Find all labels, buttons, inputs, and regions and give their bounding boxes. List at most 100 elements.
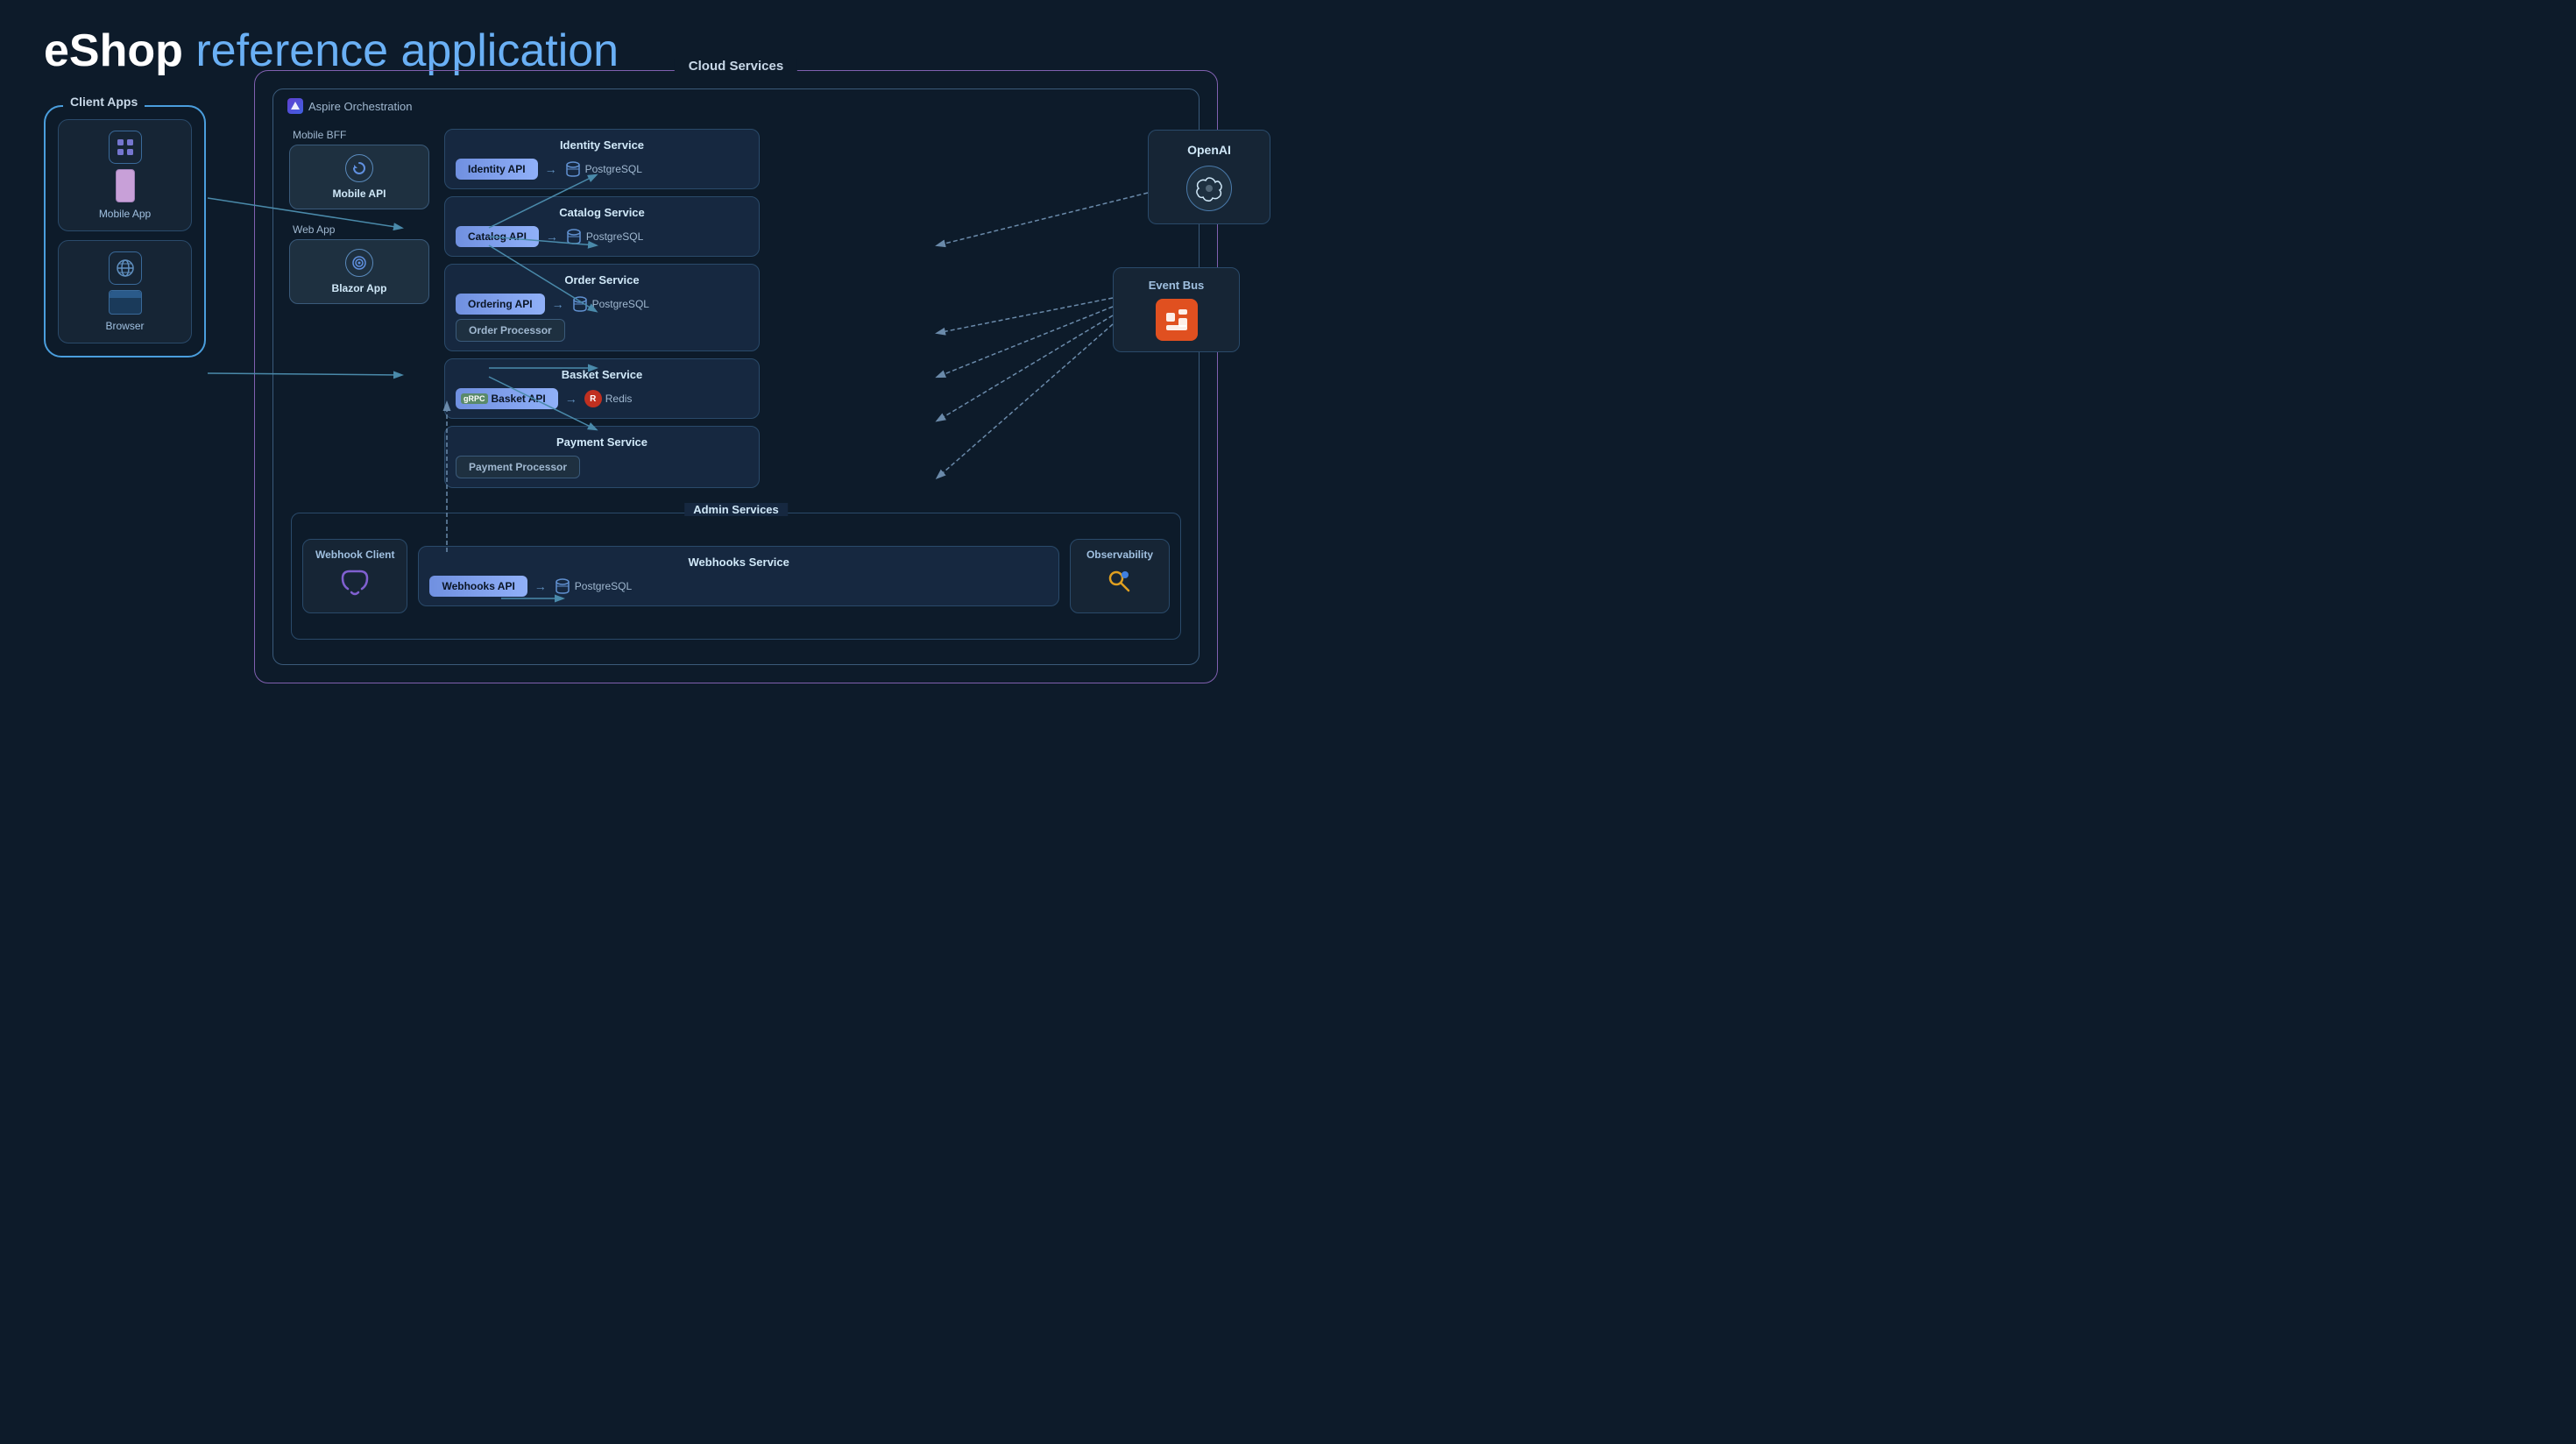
admin-services-label: Admin Services	[684, 503, 788, 516]
catalog-service-box: Catalog Service Catalog API → PostgreSQL	[444, 196, 760, 257]
webhooks-service-box: Webhooks Service Webhooks API → Postg	[418, 546, 1059, 606]
redis-icon: R	[584, 390, 602, 407]
admin-inner: Webhook Client Webhooks Servic	[292, 513, 1180, 639]
observability-card: Observability	[1070, 539, 1170, 613]
order-processor-row: Order Processor	[456, 319, 748, 342]
basket-service-row: gRPC Basket API → R Redis	[456, 388, 748, 409]
webhooks-db: PostgreSQL	[554, 577, 632, 595]
webhook-client-icon	[339, 566, 371, 604]
arrow-identity: →	[545, 162, 557, 176]
observability-wrench-icon	[1104, 566, 1136, 598]
mobile-api-card: Mobile API	[289, 145, 429, 209]
ordering-api-pill: Ordering API	[456, 294, 545, 315]
title-suffix: reference application	[183, 25, 619, 76]
webhook-client-card: Webhook Client	[302, 539, 407, 613]
identity-api-pill: Identity API	[456, 159, 538, 180]
blazor-app-label: Blazor App	[332, 282, 387, 294]
arrow-basket: →	[565, 392, 577, 406]
blazor-target-icon	[351, 255, 367, 271]
mobile-api-refresh-icon	[351, 160, 367, 176]
observability-title: Observability	[1086, 549, 1153, 561]
openai-icon	[1186, 166, 1232, 211]
identity-service-box: Identity Service Identity API → PostgreS…	[444, 129, 760, 189]
pg-icon-identity	[564, 160, 582, 178]
identity-db: PostgreSQL	[564, 160, 642, 178]
basket-db: R Redis	[584, 390, 633, 407]
rabbitmq-icon	[1156, 299, 1198, 341]
basket-api-pill: gRPC Basket API	[456, 388, 558, 409]
order-db: PostgreSQL	[571, 295, 649, 313]
client-apps-container: Client Apps Mobile App	[44, 105, 206, 357]
pg-icon-webhooks	[554, 577, 571, 595]
aspire-box: Aspire Orchestration Mobile BFF Mobile A…	[272, 88, 1200, 665]
client-apps-label: Client Apps	[63, 95, 145, 109]
admin-services-box: Admin Services Webhook Client	[291, 513, 1181, 640]
openai-box: OpenAI	[1148, 130, 1270, 224]
blazor-icon	[345, 249, 373, 277]
mobile-app-card: Mobile App	[58, 119, 192, 231]
basket-db-label: Redis	[605, 393, 633, 405]
aspire-label: Aspire Orchestration	[287, 98, 413, 114]
aspire-label-text: Aspire Orchestration	[308, 100, 413, 113]
page: eShop reference application Client Apps …	[0, 0, 1288, 722]
aspire-triangle-icon	[290, 101, 301, 111]
webhooks-service-title: Webhooks Service	[429, 556, 1048, 569]
grpc-badge: gRPC	[461, 393, 488, 404]
mobile-phone-icon	[116, 169, 135, 202]
mobile-app-grid-icon	[109, 131, 142, 164]
page-title: eShop reference application	[44, 25, 619, 77]
mobile-bff-label: Mobile BFF	[289, 129, 429, 141]
basket-service-box: Basket Service gRPC Basket API → R Redis	[444, 358, 760, 419]
identity-service-title: Identity Service	[456, 138, 748, 152]
pg-icon-catalog	[565, 228, 583, 245]
webhooks-db-label: PostgreSQL	[575, 580, 632, 592]
payment-service-title: Payment Service	[456, 435, 748, 449]
title-prefix: eShop	[44, 25, 183, 76]
rabbitmq-logo	[1163, 306, 1191, 334]
catalog-api-pill: Catalog API	[456, 226, 539, 247]
aspire-logo-icon	[287, 98, 303, 114]
bff-web-column: Mobile BFF Mobile API Web App	[289, 129, 429, 304]
event-bus-box: Event Bus	[1113, 267, 1240, 352]
identity-service-row: Identity API → PostgreSQL	[456, 159, 748, 180]
webhook-icon	[339, 566, 371, 598]
mobile-api-label: Mobile API	[333, 188, 386, 200]
order-service-box: Order Service Ordering API → PostgreSQL	[444, 264, 760, 351]
catalog-db-label: PostgreSQL	[586, 230, 643, 243]
services-column: Identity Service Identity API → PostgreS…	[444, 129, 760, 528]
event-bus-title: Event Bus	[1149, 279, 1205, 292]
catalog-service-row: Catalog API → PostgreSQL	[456, 226, 748, 247]
order-db-label: PostgreSQL	[592, 298, 649, 310]
mobile-api-icon	[345, 154, 373, 182]
payment-service-box: Payment Service Payment Processor	[444, 426, 760, 488]
basket-service-title: Basket Service	[456, 368, 748, 381]
grid-icon	[116, 138, 135, 157]
openai-title: OpenAI	[1187, 143, 1231, 157]
arrow-catalog: →	[546, 230, 558, 244]
browser-label: Browser	[105, 320, 144, 332]
pg-icon-order	[571, 295, 589, 313]
order-service-row: Ordering API → PostgreSQL	[456, 294, 748, 315]
cloud-services-box: Cloud Services Aspire Orchestration Mobi…	[254, 70, 1218, 683]
browser-card: Browser	[58, 240, 192, 343]
arrow-order: →	[552, 297, 564, 311]
openai-logo	[1195, 174, 1223, 202]
globe-icon	[115, 258, 136, 279]
cloud-services-label: Cloud Services	[675, 59, 797, 74]
identity-db-label: PostgreSQL	[585, 163, 642, 175]
web-app-section-label: Web App	[289, 223, 429, 236]
arrow-webhooks: →	[534, 579, 547, 593]
basket-api-label: Basket API	[492, 393, 546, 405]
webhook-client-title: Webhook Client	[315, 549, 394, 561]
webhooks-api-pill: Webhooks API	[429, 576, 527, 597]
browser-window-icon	[109, 290, 142, 315]
catalog-service-title: Catalog Service	[456, 206, 748, 219]
webhooks-service-row: Webhooks API → PostgreSQL	[429, 576, 1048, 597]
order-service-title: Order Service	[456, 273, 748, 287]
observability-icon	[1104, 566, 1136, 604]
order-processor-pill: Order Processor	[456, 319, 565, 342]
catalog-db: PostgreSQL	[565, 228, 643, 245]
blazor-app-card: Blazor App	[289, 239, 429, 304]
mobile-app-label: Mobile App	[99, 208, 151, 220]
payment-processor-row: Payment Processor	[456, 456, 748, 478]
